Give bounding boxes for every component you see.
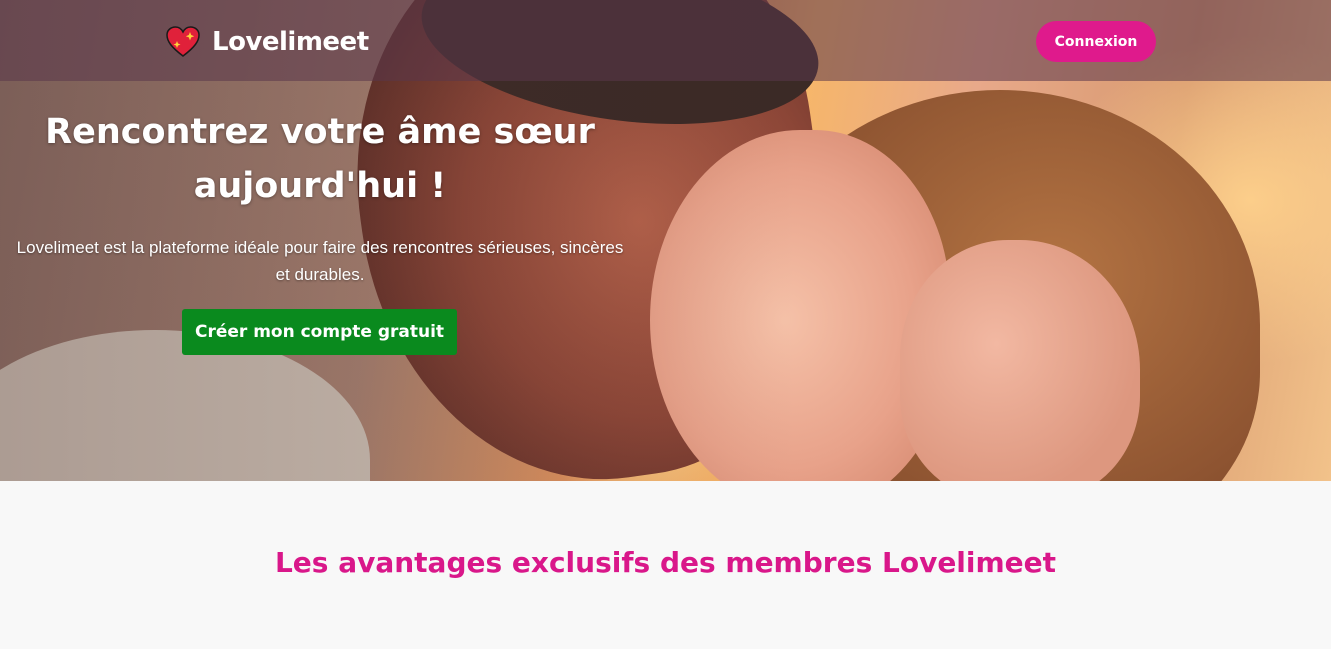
hero-title: Rencontrez votre âme sœur aujourd'hui ! (45, 112, 595, 206)
login-button[interactable]: Connexion (1036, 21, 1156, 62)
logo-link[interactable]: Lovelimeet (166, 26, 369, 58)
brand-name: Lovelimeet (212, 27, 369, 57)
hero-subtitle: Lovelimeet est la plateforme idéale pour… (16, 238, 624, 284)
sparkle-heart-icon (166, 26, 200, 57)
benefits-section-title: Les avantages exclusifs des membres Love… (274, 546, 1057, 579)
create-account-button[interactable]: Créer mon compte gratuit (182, 309, 457, 355)
navbar: Lovelimeet Connexion (0, 0, 1331, 81)
hero-content: Rencontrez votre âme sœur aujourd'hui ! … (0, 105, 640, 288)
